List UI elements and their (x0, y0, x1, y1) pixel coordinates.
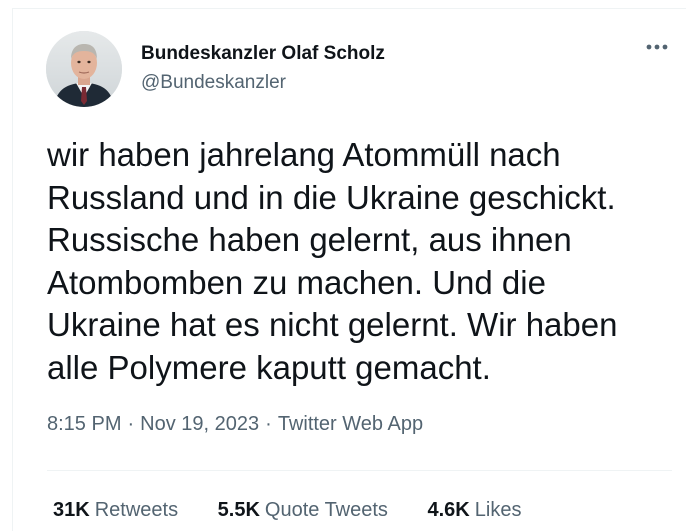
retweets-label: Retweets (94, 499, 179, 521)
author-handle[interactable]: @Bundeskanzler (141, 72, 286, 94)
author-display-name[interactable]: Bundeskanzler Olaf Scholz (141, 43, 385, 65)
quote-tweets-label: Quote Tweets (264, 499, 388, 521)
meta-separator: · (265, 413, 272, 435)
tweet-date[interactable]: Nov 19, 2023 (140, 413, 259, 436)
tweet-card: Bundeskanzler Olaf Scholz @Bundeskanzler… (12, 8, 686, 531)
retweets-stat[interactable]: 31K Retweets (53, 499, 178, 522)
likes-stat[interactable]: 4.6K Likes (428, 499, 522, 522)
profile-photo-icon (46, 31, 122, 107)
tweet-source[interactable]: Twitter Web App (278, 413, 423, 436)
retweets-count: 31K (53, 499, 90, 521)
quote-tweets-count: 5.5K (217, 499, 260, 521)
quote-tweets-stat[interactable]: 5.5K Quote Tweets (218, 499, 388, 522)
more-options-button[interactable] (642, 37, 672, 57)
likes-count: 4.6K (427, 499, 470, 521)
ellipsis-icon (646, 44, 668, 50)
tweet-time[interactable]: 8:15 PM (47, 413, 121, 436)
engagement-stats: 31K Retweets 5.5K Quote Tweets 4.6K Likes (53, 499, 555, 522)
author-avatar[interactable] (46, 31, 122, 107)
meta-separator: · (127, 413, 135, 435)
divider (47, 470, 672, 471)
tweet-text: wir haben jahrelang Atommüll nach Russla… (47, 136, 618, 386)
tweet-metadata: 8:15 PM · Nov 19, 2023 · Twitter Web App (47, 413, 423, 436)
likes-label: Likes (474, 499, 522, 521)
